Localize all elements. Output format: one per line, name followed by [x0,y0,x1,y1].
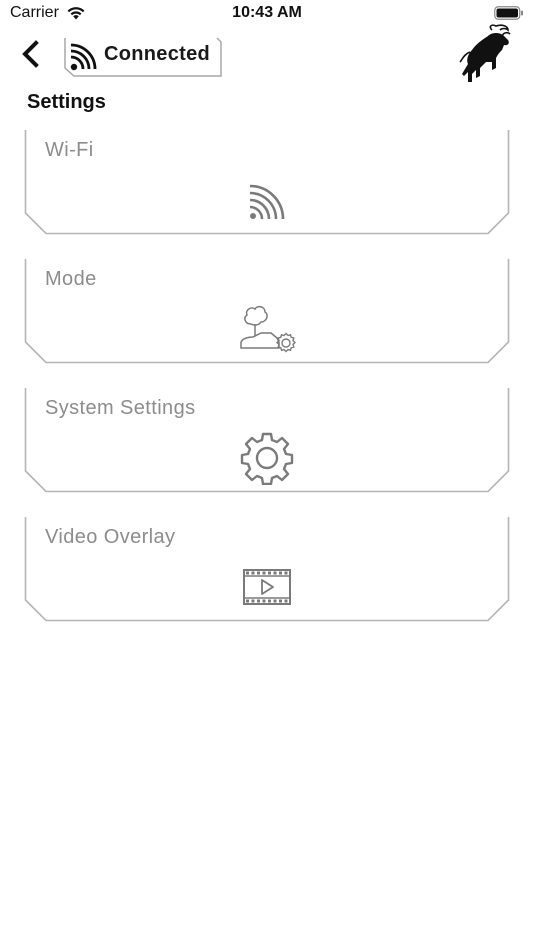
mode-settings-card[interactable]: Mode [24,258,510,366]
battery-icon [494,6,523,20]
page-title: Settings [27,91,106,113]
status-bar: Carrier 10:43 AM [0,0,534,30]
bull-logo-icon [459,24,511,82]
card-label-wifi: Wi-Fi [45,139,94,161]
chevron-left-icon [22,40,39,68]
connection-status-label: Connected [104,43,211,65]
status-time: 10:43 AM [232,4,302,21]
back-button[interactable] [16,38,46,72]
system-settings-card[interactable]: System Settings [24,387,510,495]
video-overlay-card[interactable]: Video Overlay [24,516,510,624]
gear-icon [240,432,294,485]
film-icon [243,569,291,605]
wifi-icon [249,184,285,220]
card-label-mode: Mode [45,268,97,290]
connection-status-tab[interactable]: Connected [58,36,224,78]
card-label-system-settings: System Settings [45,397,196,419]
connection-wifi-icon [70,43,97,71]
wifi-settings-card[interactable]: Wi-Fi [24,129,510,237]
card-label-video-overlay: Video Overlay [45,526,176,548]
mode-icon [240,305,297,353]
